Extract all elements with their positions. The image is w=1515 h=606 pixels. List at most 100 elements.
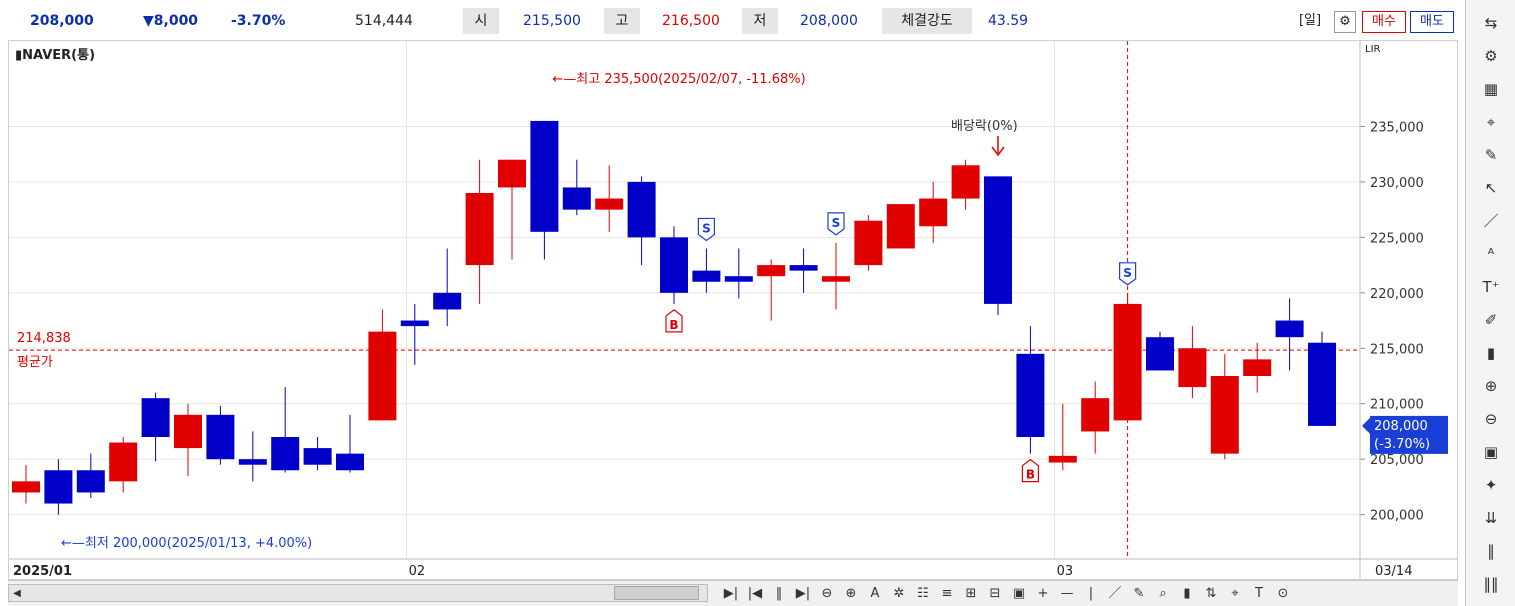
text-icon[interactable]: T⁺ [1466, 272, 1515, 302]
high-value: 216,500 [662, 13, 720, 29]
bottom-tool-icon[interactable]: ▶| [792, 584, 814, 604]
candle-icon[interactable]: ▮ [1466, 338, 1515, 368]
line-icon[interactable]: ／ [1466, 206, 1515, 236]
zoom-out-icon[interactable]: ⊖ [1466, 404, 1515, 434]
sell-button[interactable]: 매도 [1410, 11, 1454, 33]
x-tick-label: 03 [1057, 564, 1074, 579]
current-price-pct: (-3.70%) [1374, 437, 1430, 452]
quote-bar: 208,000 ▼8,000 -3.70% 514,444 시 215,500 … [0, 0, 1465, 40]
candle-body [1275, 320, 1304, 338]
bottom-tool-icon[interactable]: ⊙ [1272, 584, 1294, 604]
open-label: 시 [463, 8, 499, 34]
bottom-tool-icon[interactable]: T [1248, 584, 1270, 604]
bottom-tool-icon[interactable]: ≡ [936, 584, 958, 604]
fit-icon[interactable]: ▣ [1466, 437, 1515, 467]
average-price-label: 214,838 [17, 331, 71, 346]
candle-body [660, 237, 688, 293]
candle-body [206, 414, 235, 460]
bottom-tool-icon[interactable]: ▶| [720, 584, 742, 604]
candle-body [595, 198, 624, 210]
cross-icon[interactable]: ⌖ [1466, 107, 1515, 137]
y-tick-label: 200,000 [1370, 509, 1424, 524]
bottom-tool-icon[interactable]: A [864, 584, 886, 604]
bottom-tool-icon[interactable]: ⊖ [816, 584, 838, 604]
gear-icon[interactable]: ⚙ [1466, 41, 1515, 71]
bottom-tool-icon[interactable]: | [1080, 584, 1102, 604]
dividend-annotation: 배당락(0%) [951, 119, 1018, 134]
high-label: 고 [604, 8, 640, 34]
low-label: 저 [742, 8, 778, 34]
candle-body [1048, 455, 1077, 463]
pattern-icon[interactable]: ✦ [1466, 470, 1515, 500]
candle-body [951, 165, 980, 199]
candle-body [627, 181, 656, 238]
label-icon[interactable]: ✐ [1466, 305, 1515, 335]
auto-icon[interactable]: ᴬ [1466, 239, 1515, 269]
candle-body [984, 176, 1012, 304]
horizontal-scrollbar[interactable] [8, 584, 708, 602]
candlestick-chart[interactable]: 200,000 205,000 210,000 215,000 220,000 225,0… [9, 41, 1457, 579]
bottom-tool-icon[interactable]: ⊕ [840, 584, 862, 604]
candle-body [822, 276, 850, 282]
y-tick-label: 235,000 [1370, 120, 1424, 135]
bottom-tool-icon[interactable]: + [1032, 584, 1054, 604]
scroll-thumb[interactable] [614, 586, 699, 600]
bottom-tool-icon[interactable]: ☷ [912, 584, 934, 604]
y-tick-label: 220,000 [1370, 287, 1424, 302]
low-value: 208,000 [800, 13, 858, 29]
bottom-tool-icon[interactable]: ‖ [768, 584, 790, 604]
candle-body [303, 448, 332, 465]
y-tick-label: 225,000 [1370, 231, 1424, 246]
candle-body [789, 265, 818, 271]
candle-body [724, 276, 753, 282]
buy-button[interactable]: 매수 [1362, 11, 1406, 33]
candle-body [562, 187, 591, 210]
buy-signal-marker: B [665, 309, 683, 333]
candle-body [692, 270, 721, 282]
svg-text:S: S [702, 221, 711, 235]
bottom-tool-icon[interactable]: |◀ [744, 584, 766, 604]
ruler-icon[interactable]: ⇊ [1466, 503, 1515, 533]
bottom-tool-icon[interactable]: ⌕ [1152, 584, 1174, 604]
svg-text:B: B [669, 318, 678, 332]
bars2-icon[interactable]: ‖‖ [1466, 569, 1515, 599]
bottom-tool-icon[interactable]: ⊟ [984, 584, 1006, 604]
bottom-tool-icon[interactable]: ▮ [1176, 584, 1198, 604]
scroll-left-icon[interactable]: ◀ [9, 584, 25, 604]
settings-gear-icon[interactable]: ⚙ [1334, 11, 1356, 33]
bottom-tool-icon[interactable]: ⌖ [1224, 584, 1246, 604]
cursor-icon[interactable]: ↖ [1466, 173, 1515, 203]
strength-value: 43.59 [988, 13, 1029, 29]
candle-body [433, 292, 462, 310]
bottom-tool-icon[interactable]: ⇅ [1200, 584, 1222, 604]
bottom-tool-icon[interactable]: ⊞ [960, 584, 982, 604]
candle-body [757, 265, 786, 277]
bottom-tool-icon[interactable]: ✎ [1128, 584, 1150, 604]
bottom-tool-icon[interactable]: ✲ [888, 584, 910, 604]
candle-body [1210, 376, 1239, 454]
bottom-tool-icon[interactable]: ▣ [1008, 584, 1030, 604]
current-price-pointer [1362, 417, 1370, 434]
current-price-label: 208,000 [1374, 419, 1428, 434]
lir-label: LIR [1365, 44, 1381, 55]
pen-icon[interactable]: ✎ [1466, 140, 1515, 170]
svg-text:S: S [832, 216, 841, 230]
period-selector[interactable]: [일] [1290, 11, 1330, 33]
chart-icon[interactable]: ▦ [1466, 74, 1515, 104]
bars-icon[interactable]: ‖ [1466, 536, 1515, 566]
candle-body [141, 398, 170, 437]
bottom-tool-icon[interactable]: ／ [1104, 584, 1126, 604]
candle-body [530, 120, 559, 232]
price-change: ▼8,000 [143, 13, 199, 29]
candle-body [44, 470, 73, 504]
chart-area[interactable]: 200,000 205,000 210,000 215,000 220,000 225,0… [8, 40, 1458, 580]
bottom-tool-icon[interactable]: — [1056, 584, 1078, 604]
refresh-icon[interactable]: ⇆ [1466, 8, 1515, 38]
x-tick-label: 02 [409, 564, 426, 579]
candle-body [1178, 348, 1207, 388]
x-tick-label: 03/14 [1375, 564, 1412, 579]
zoom-in-icon[interactable]: ⊕ [1466, 371, 1515, 401]
svg-text:B: B [1026, 468, 1035, 482]
candle-body [368, 331, 397, 421]
candle-body [76, 470, 105, 493]
